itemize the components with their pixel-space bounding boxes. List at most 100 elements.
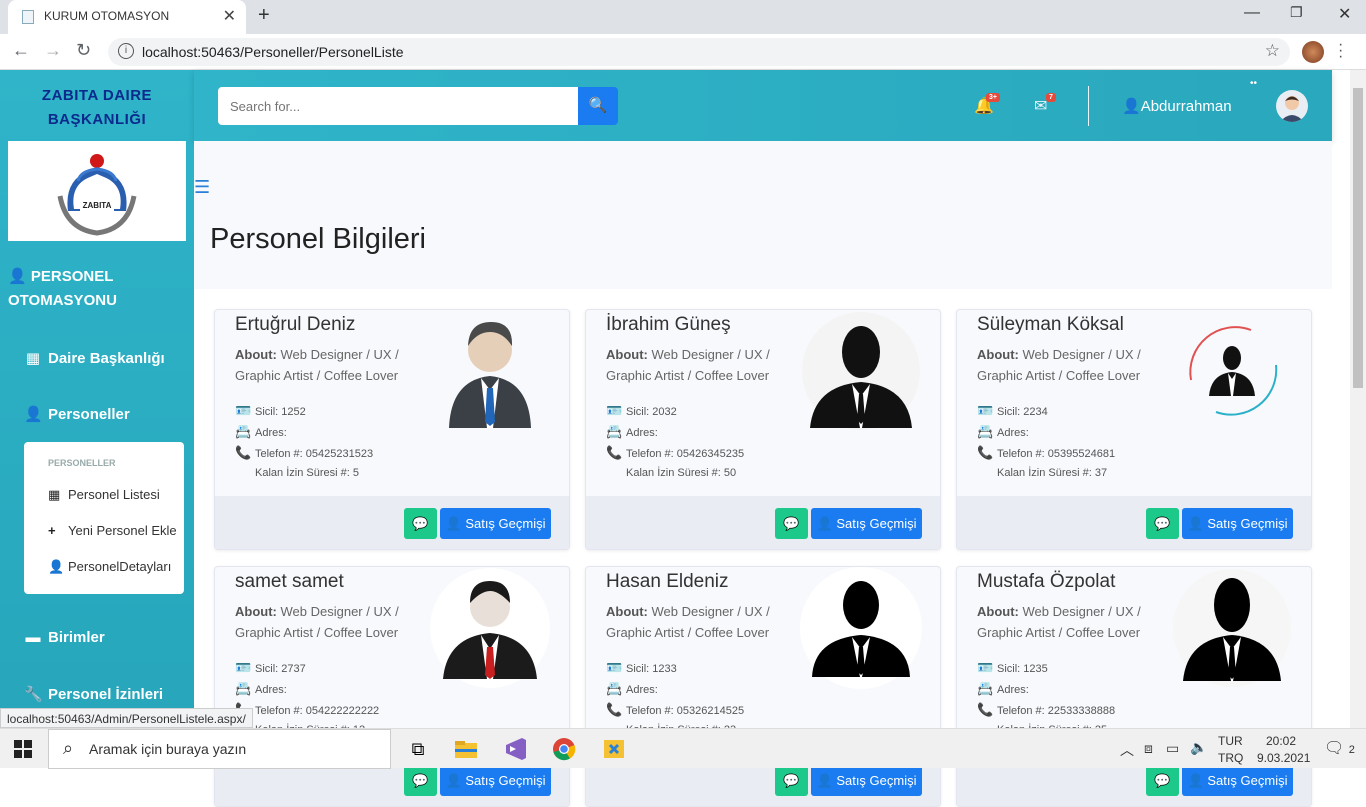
personnel-name: Mustafa Özpolat <box>977 571 1116 592</box>
user-icon: 👤 <box>1187 773 1204 788</box>
personnel-details: 🪪 Sicil: 2032 📇 Adres: 📞 Telefon #: 0542634… <box>606 401 744 483</box>
search-button[interactable]: 🔍 <box>578 87 618 125</box>
envelope-icon: ✉ <box>1034 98 1048 115</box>
sicil-label: Sicil: <box>997 406 1021 418</box>
message-button[interactable]: 💬 <box>775 765 808 796</box>
sidebar-item-label: Personel İzinleri <box>48 686 164 703</box>
submenu-item-personel-detaylari[interactable]: 👤 PersonelDetayları <box>48 559 171 575</box>
visual-studio-icon[interactable] <box>502 735 530 763</box>
lang-bottom[interactable]: TRQ <box>1218 751 1243 765</box>
reload-icon[interactable]: ↻ <box>76 40 91 61</box>
sales-history-button[interactable]: 👤 Satış Geçmişi <box>1182 508 1293 539</box>
submenu-item-yeni-personel[interactable]: + Yeni Personel Ekle <box>48 523 177 538</box>
restore-icon[interactable]: ❐ <box>1290 4 1303 21</box>
topbar: 🔍 🔔 3+ ✉ 7 •• 👤Abdurrahman <box>194 70 1332 141</box>
user-icon: 👤 <box>816 773 833 788</box>
sicil-value: 2032 <box>652 406 677 418</box>
windows-start-icon[interactable] <box>14 740 32 758</box>
sidebar-item-label: Birimler <box>48 629 105 646</box>
clock-time[interactable]: 20:02 <box>1266 734 1296 748</box>
user-avatar[interactable] <box>1276 90 1308 122</box>
forward-icon[interactable]: → <box>44 40 62 61</box>
about-label: About: <box>977 347 1019 362</box>
izin-label: Kalan İzin Süresi #: <box>626 467 721 479</box>
bookmark-star-icon[interactable]: ☆ <box>1265 41 1280 61</box>
messages-button[interactable]: ✉ 7 <box>1034 93 1056 116</box>
profile-avatar[interactable] <box>1302 41 1324 63</box>
telefon-value: 05326214525 <box>676 705 745 717</box>
address-toolbar: ← → ↻ i localhost:50463/Personeller/Pers… <box>0 34 1366 70</box>
izin-value: 50 <box>723 467 737 479</box>
sicil-value: 2737 <box>281 663 306 675</box>
sales-history-button[interactable]: 👤 Satış Geçmişi <box>440 508 551 539</box>
chevron-up-icon[interactable]: ︿ <box>1120 740 1134 760</box>
adres-label: Adres: <box>997 684 1029 696</box>
browser-tab[interactable]: KURUM OTOMASYON ✕ <box>8 0 246 34</box>
volume-icon[interactable]: 🔈 <box>1190 739 1207 756</box>
sidebar-item-personeller[interactable]: 👤 Personeller <box>24 405 130 423</box>
sales-history-label: Satış Geçmişi <box>1207 773 1288 788</box>
page-favicon-icon <box>22 10 34 24</box>
taskbar-search[interactable]: ⌕ Aramak için buraya yazın <box>48 729 391 769</box>
chrome-icon[interactable] <box>550 735 578 763</box>
main-content: ☰ Personel Bilgileri Ertuğrul Deniz Abou… <box>194 141 1332 807</box>
sales-history-button[interactable]: 👤 Satış Geçmişi <box>440 765 551 796</box>
sales-history-button[interactable]: 👤 Satış Geçmişi <box>811 508 922 539</box>
sidebar-item-daire-baskanligi[interactable]: ▦ Daire Başkanlığı <box>24 349 165 367</box>
comments-icon: 💬 <box>783 516 800 531</box>
message-button[interactable]: 💬 <box>1146 508 1179 539</box>
message-button[interactable]: 💬 <box>404 765 437 796</box>
minimize-icon[interactable]: — <box>1244 4 1260 22</box>
back-icon[interactable]: ← <box>12 40 30 61</box>
address-book-icon: 📇 <box>606 424 623 439</box>
sicil-label: Sicil: <box>626 663 650 675</box>
sidebar-brand[interactable]: ZABITA DAIRE BAŞKANLIĞI <box>0 84 194 132</box>
file-explorer-icon[interactable] <box>452 735 480 763</box>
sales-history-button[interactable]: 👤 Satış Geçmişi <box>1182 765 1293 796</box>
battery-icon[interactable]: ▭ <box>1166 740 1179 757</box>
new-tab-icon[interactable]: + <box>258 4 270 27</box>
task-view-icon[interactable]: ⧉ <box>404 735 432 763</box>
message-button[interactable]: 💬 <box>775 508 808 539</box>
personnel-details: 🪪 Sicil: 1252 📇 Adres: 📞 Telefon #: 0542523… <box>235 401 373 483</box>
sidebar-toggle-icon[interactable]: ☰ <box>194 177 210 198</box>
sales-history-button[interactable]: 👤 Satış Geçmişi <box>811 765 922 796</box>
phone-icon: 📞 <box>977 445 994 460</box>
comments-icon: 💬 <box>783 773 800 788</box>
telefon-value: 05426345235 <box>676 448 745 460</box>
personnel-about: About: Web Designer / UX / Graphic Artis… <box>977 601 1157 643</box>
telefon-value: 05395524681 <box>1047 448 1116 460</box>
alerts-button[interactable]: 🔔 3+ <box>974 93 1000 116</box>
close-tab-icon[interactable]: ✕ <box>223 6 236 26</box>
personnel-name: Ertuğrul Deniz <box>235 314 356 335</box>
submenu-item-personel-listesi[interactable]: ▦ Personel Listesi <box>48 487 160 503</box>
address-book-icon: 📇 <box>235 681 252 696</box>
url-bar[interactable]: i localhost:50463/Personeller/PersonelLi… <box>108 38 1290 66</box>
browser-menu-icon[interactable]: · · · <box>1338 37 1343 65</box>
network-icon[interactable]: ⧈ <box>1144 740 1153 757</box>
user-menu[interactable]: 👤Abdurrahman <box>1122 97 1232 115</box>
site-info-icon[interactable]: i <box>118 43 134 59</box>
clock-date[interactable]: 9.03.2021 <box>1257 751 1310 765</box>
url-text: localhost:50463/Personeller/PersonelList… <box>142 44 404 60</box>
id-card-icon: 🪪 <box>977 660 994 675</box>
window-close-icon[interactable]: ✕ <box>1338 4 1351 24</box>
app-window-icon[interactable] <box>600 735 628 763</box>
status-link-preview: localhost:50463/Admin/PersonelListele.as… <box>0 708 253 728</box>
card-footer: 💬 👤 Satış Geçmişi <box>586 496 940 549</box>
personeller-submenu: PERSONELLER ▦ Personel Listesi + Yeni Pers… <box>24 442 184 594</box>
search-input[interactable] <box>218 87 578 125</box>
sidebar-item-personel-izinleri[interactable]: 🔧 Personel İzinleri <box>24 685 163 703</box>
page-scrollbar[interactable] <box>1350 70 1366 728</box>
personnel-about: About: Web Designer / UX / Graphic Artis… <box>235 601 415 643</box>
username-label: Abdurrahman <box>1140 98 1232 115</box>
submenu-item-label: Yeni Personel Ekle <box>68 523 177 538</box>
message-button[interactable]: 💬 <box>1146 765 1179 796</box>
sidebar-item-birimler[interactable]: ▬ Birimler <box>24 629 105 646</box>
lang-top[interactable]: TUR <box>1218 734 1243 748</box>
scrollbar-thumb[interactable] <box>1353 88 1363 388</box>
sicil-value: 1235 <box>1023 663 1048 675</box>
address-book-icon: 📇 <box>977 424 994 439</box>
message-button[interactable]: 💬 <box>404 508 437 539</box>
notifications-button[interactable]: 🗨 2 <box>1324 738 1355 758</box>
